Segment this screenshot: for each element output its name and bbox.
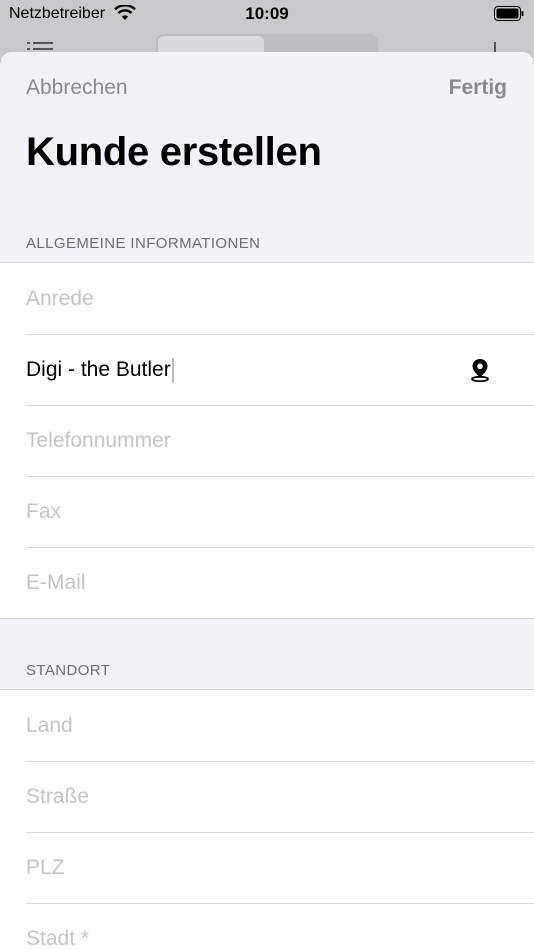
cancel-button[interactable]: Abbrechen (26, 76, 128, 100)
zip-row[interactable]: PLZ (0, 832, 534, 903)
city-row[interactable]: Stadt * (0, 903, 534, 950)
battery-icon (494, 6, 524, 21)
done-button[interactable]: Fertig (449, 76, 507, 100)
name-field[interactable]: Digi - the Butler (26, 334, 174, 405)
email-field[interactable]: E-Mail (26, 547, 86, 618)
street-row[interactable]: Straße (0, 761, 534, 832)
street-field[interactable]: Straße (26, 761, 89, 832)
country-row[interactable]: Land (0, 690, 534, 761)
status-time: 10:09 (245, 4, 289, 23)
country-field[interactable]: Land (26, 690, 73, 761)
salutation-row[interactable]: Anrede (0, 263, 534, 334)
name-value: Digi - the Butler (26, 358, 171, 381)
fax-row[interactable]: Fax (0, 476, 534, 547)
page-title: Kunde erstellen (26, 130, 322, 174)
section-header-general: ALLGEMEINE INFORMATIONEN (26, 235, 261, 252)
status-bar: Netzbetreiber 10:09 (0, 0, 534, 30)
phone-row[interactable]: Telefonnummer (0, 405, 534, 476)
map-pin-icon[interactable] (469, 358, 491, 382)
salutation-field[interactable]: Anrede (26, 263, 94, 334)
location-group: Land Straße PLZ Stadt * (0, 689, 534, 950)
section-header-location: STANDORT (26, 662, 111, 679)
email-row[interactable]: E-Mail (0, 547, 534, 618)
general-info-group: Anrede Digi - the Butler Telefonnummer F… (0, 262, 534, 619)
zip-field[interactable]: PLZ (26, 832, 65, 903)
text-caret (171, 357, 174, 383)
name-row[interactable]: Digi - the Butler (0, 334, 534, 405)
city-field[interactable]: Stadt * (26, 903, 89, 950)
create-customer-sheet: Abbrechen Fertig Kunde erstellen ALLGEME… (0, 52, 534, 950)
phone-field[interactable]: Telefonnummer (26, 405, 171, 476)
fax-field[interactable]: Fax (26, 476, 61, 547)
